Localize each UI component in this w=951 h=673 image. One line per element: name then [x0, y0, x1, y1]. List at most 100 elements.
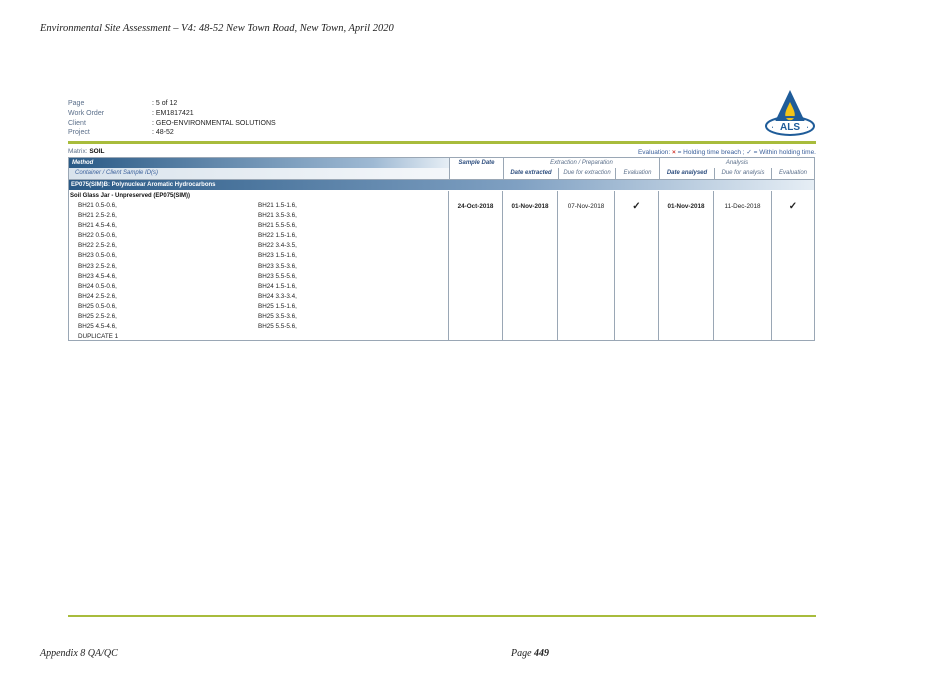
sample-id: BH21 2.5-2.6,: [78, 212, 117, 220]
meta-value: : EM1817421: [152, 109, 194, 117]
sample-id: BH24 3.3-3.4,: [258, 292, 297, 300]
sample-id: BH23 5.5-5.6,: [258, 272, 297, 280]
document-header: Environmental Site Assessment – V4: 48-5…: [40, 23, 394, 34]
sample-date-subheader: [449, 168, 503, 179]
sample-id: BH23 4.5-4.6,: [78, 272, 117, 280]
list-item: BH21 0.5-0.6, BH21 1.5-1.6,: [78, 202, 448, 212]
footer-page-label: Page: [511, 648, 532, 659]
sample-id: BH21 4.5-4.6,: [78, 222, 117, 230]
meta-value: : 48-52: [152, 129, 174, 137]
sample-id: BH21 5.5-5.6,: [258, 222, 297, 230]
date-extracted-value: 01-Nov-2018: [511, 203, 549, 210]
column-divider: [614, 191, 615, 340]
meta-key: Work Order: [68, 109, 105, 117]
meta-client-row: Client: GEO-ENVIRONMENTAL SOLUTIONS: [68, 119, 276, 129]
sample-id: BH21 3.5-3.6,: [258, 212, 297, 220]
list-item: BH21 4.5-4.6, BH21 5.5-5.6,: [78, 222, 448, 232]
evaluation-key: Evaluation: × = Holding time breach ; ✓ …: [638, 148, 816, 156]
check-icon: ✓: [632, 201, 641, 212]
matrix-label: Matrix:: [68, 148, 88, 155]
sample-id: BH25 1.5-1.6,: [258, 302, 297, 310]
footer-page-number: 449: [534, 648, 550, 659]
holding-time-table: Method Sample Date Extraction / Preparat…: [68, 157, 815, 341]
meta-key: Page: [68, 100, 85, 107]
bottom-rule: [68, 615, 816, 617]
sample-id: BH22 0.5-0.6,: [78, 232, 117, 240]
sample-id: DUPLICATE 1: [78, 333, 119, 341]
column-divider: [502, 191, 503, 340]
list-item: BH25 4.5-4.6, BH25 5.5-5.6,: [78, 323, 448, 333]
header-row-1: Method Sample Date Extraction / Preparat…: [69, 158, 814, 168]
sample-id: BH23 2.5-2.6,: [78, 262, 117, 270]
list-item: BH23 2.5-2.6, BH23 3.5-3.6,: [78, 263, 448, 273]
sample-id: BH22 2.5-2.6,: [78, 242, 117, 250]
list-item: BH25 0.5-0.6, BH25 1.5-1.6,: [78, 303, 448, 313]
sample-date-header: Sample Date: [449, 158, 503, 168]
due-extraction-header: Due for extraction: [558, 168, 615, 179]
column-divider: [658, 191, 659, 340]
sample-id: BH24 2.5-2.6,: [78, 292, 117, 300]
matrix-line: Matrix: SOIL Evaluation: × = Holding tim…: [68, 148, 816, 156]
list-item: BH25 2.5-2.6, BH25 3.5-3.6,: [78, 313, 448, 323]
meta-work-order-row: Work Order : EM1817421: [68, 109, 276, 119]
meta-key: Project: [68, 129, 90, 137]
list-item: BH22 2.5-2.6, BH22 3.4-3.5,: [78, 242, 448, 252]
sample-id: BH21 1.5-1.6,: [258, 202, 297, 209]
sample-id: BH25 4.5-4.6,: [78, 323, 117, 331]
container-title: Soil Glass Jar - Unpreserved (EP075(SIM)…: [70, 193, 191, 199]
date-extracted-header: Date extracted: [503, 168, 558, 179]
column-divider: [448, 191, 449, 340]
due-analysis-header: Due for analysis: [714, 168, 771, 179]
meta-value: : 5 of 12: [152, 100, 178, 107]
breach-icon: ×: [671, 149, 676, 156]
meta-project-row: Project : 48-52: [68, 128, 276, 138]
meta-key: Client: [68, 119, 86, 127]
footer-page: Page 449: [511, 648, 549, 659]
list-item: BH24 0.5-0.6, BH24 1.5-1.6,: [78, 283, 448, 293]
sample-id: BH22 3.4-3.5,: [258, 242, 297, 250]
date-analysed-header: Date analysed: [659, 168, 714, 179]
extraction-group-header: Extraction / Preparation: [503, 158, 659, 168]
section-title: EP075(SIM)B: Polynuclear Aromatic Hydroc…: [69, 180, 814, 190]
list-item: BH21 2.5-2.6, BH21 3.5-3.6,: [78, 212, 448, 222]
check-icon: ✓: [746, 149, 752, 156]
evaluation-key-prefix: Evaluation:: [637, 149, 671, 156]
sample-id: BH25 0.5-0.6,: [78, 302, 117, 310]
within-text: = Within holding time.: [753, 149, 816, 156]
date-analysed-value: 01-Nov-2018: [667, 203, 705, 210]
evaluation2-header: Evaluation: [771, 168, 814, 179]
sample-id: BH25 3.5-3.6,: [258, 313, 297, 321]
footer-appendix: Appendix 8 QA/QC: [40, 648, 118, 659]
sample-id: BH24 0.5-0.6,: [78, 282, 117, 290]
column-divider: [557, 191, 558, 340]
column-divider: [713, 191, 714, 340]
check-icon: ✓: [788, 201, 798, 212]
due-extraction-value: 07-Nov-2018: [567, 203, 605, 210]
sample-id: BH23 0.5-0.6,: [78, 252, 117, 260]
list-item: BH22 0.5-0.6, BH22 1.5-1.6,: [78, 232, 448, 242]
breach-text: = Holding time breach ;: [677, 149, 745, 156]
matrix-value: SOIL: [89, 148, 105, 155]
sample-id: BH23 1.5-1.6,: [258, 252, 297, 260]
sample-date-value: 24-Oct-2018: [457, 203, 494, 210]
evaluation-header: Evaluation: [615, 168, 659, 179]
list-item: DUPLICATE 1: [78, 333, 448, 343]
sample-id: BH22 1.5-1.6,: [258, 232, 297, 240]
method-header: Method: [69, 158, 449, 168]
header-row-2: Container / Client Sample ID(s) Date ext…: [69, 168, 814, 180]
due-analysis-value: 11-Dec-2018: [724, 203, 761, 210]
sample-id-list: BH21 0.5-0.6, BH21 1.5-1.6, BH21 2.5-2.6,…: [78, 202, 448, 343]
list-item: BH23 0.5-0.6, BH23 1.5-1.6,: [78, 252, 448, 262]
sample-id: BH25 2.5-2.6,: [78, 313, 117, 321]
column-divider: [771, 191, 772, 340]
list-item: BH23 4.5-4.6, BH23 5.5-5.6,: [78, 273, 448, 283]
sample-id: BH23 3.5-3.6,: [258, 262, 297, 270]
analysis-group-header: Analysis: [659, 158, 814, 168]
list-item: BH24 2.5-2.6, BH24 3.3-3.4,: [78, 293, 448, 303]
container-header: Container / Client Sample ID(s): [69, 168, 449, 179]
sample-id: BH21 0.5-0.6,: [78, 202, 117, 209]
sample-id: BH25 5.5-5.6,: [258, 323, 297, 331]
logo-text: ALS: [780, 122, 800, 133]
meta-page-row: Page : 5 of 12: [68, 99, 276, 109]
top-rule: [68, 141, 816, 144]
